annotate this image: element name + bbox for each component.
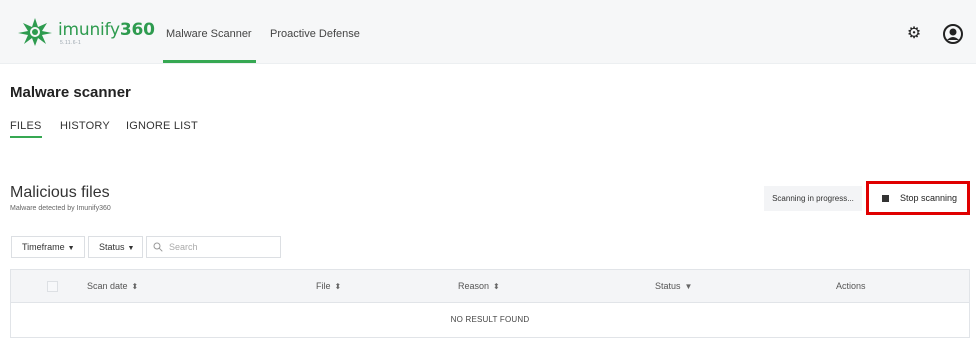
- column-reason[interactable]: Reason ⬍: [458, 281, 500, 291]
- sort-icon: ⬍: [334, 282, 342, 291]
- sort-icon: ⬍: [131, 282, 139, 291]
- status-dropdown[interactable]: Status ▼: [88, 236, 143, 258]
- column-scan-date[interactable]: Scan date ⬍: [87, 281, 138, 291]
- gear-icon[interactable]: ⚙: [904, 25, 924, 43]
- table-header: Scan date ⬍ File ⬍ Reason ⬍ Status ▼ Actions: [11, 270, 969, 303]
- column-file[interactable]: File ⬍: [316, 281, 341, 291]
- select-all-checkbox[interactable]: [47, 281, 58, 292]
- logo-wordmark: imunify360: [58, 20, 155, 40]
- timeframe-label: Timeframe: [22, 242, 65, 252]
- search-input[interactable]: Search: [146, 236, 281, 258]
- user-avatar-icon[interactable]: [943, 24, 963, 44]
- column-status[interactable]: Status ▼: [655, 281, 692, 291]
- logo-version: 5.11.6-1: [60, 40, 82, 46]
- scan-status-label: Scanning in progress...: [764, 186, 862, 211]
- tab-files[interactable]: FILES: [10, 120, 42, 138]
- column-actions: Actions: [836, 281, 866, 291]
- tab-malware-scanner[interactable]: Malware Scanner: [163, 28, 256, 63]
- imunify360-logo[interactable]: imunify360 5.11.6-1: [18, 18, 155, 46]
- stop-icon: [882, 195, 889, 202]
- caret-down-icon: ▼: [127, 245, 135, 252]
- imunify-star-icon: [18, 18, 52, 46]
- search-placeholder: Search: [169, 242, 198, 252]
- tab-history[interactable]: HISTORY: [60, 120, 110, 132]
- page-title: Malware scanner: [10, 84, 131, 101]
- timeframe-dropdown[interactable]: Timeframe ▼: [11, 236, 85, 258]
- caret-down-icon: ▼: [67, 245, 75, 252]
- section-title: Malicious files: [10, 184, 110, 201]
- stop-scanning-label: Stop scanning: [900, 193, 958, 203]
- tab-proactive-defense[interactable]: Proactive Defense: [270, 28, 360, 40]
- stop-scanning-button[interactable]: Stop scanning: [866, 181, 970, 215]
- empty-state-message: NO RESULT FOUND: [450, 315, 530, 324]
- top-bar: imunify360 5.11.6-1 Malware Scanner Proa…: [0, 0, 976, 64]
- status-filter-label: Status: [99, 242, 125, 252]
- tab-ignore-list[interactable]: IGNORE LIST: [126, 120, 198, 132]
- malicious-files-table: Scan date ⬍ File ⬍ Reason ⬍ Status ▼ Actions…: [10, 269, 970, 338]
- caret-down-icon: ▼: [684, 282, 693, 291]
- sort-icon: ⬍: [493, 282, 500, 291]
- search-icon: [153, 242, 163, 252]
- section-subtitle: Malware detected by Imunify360: [10, 205, 111, 212]
